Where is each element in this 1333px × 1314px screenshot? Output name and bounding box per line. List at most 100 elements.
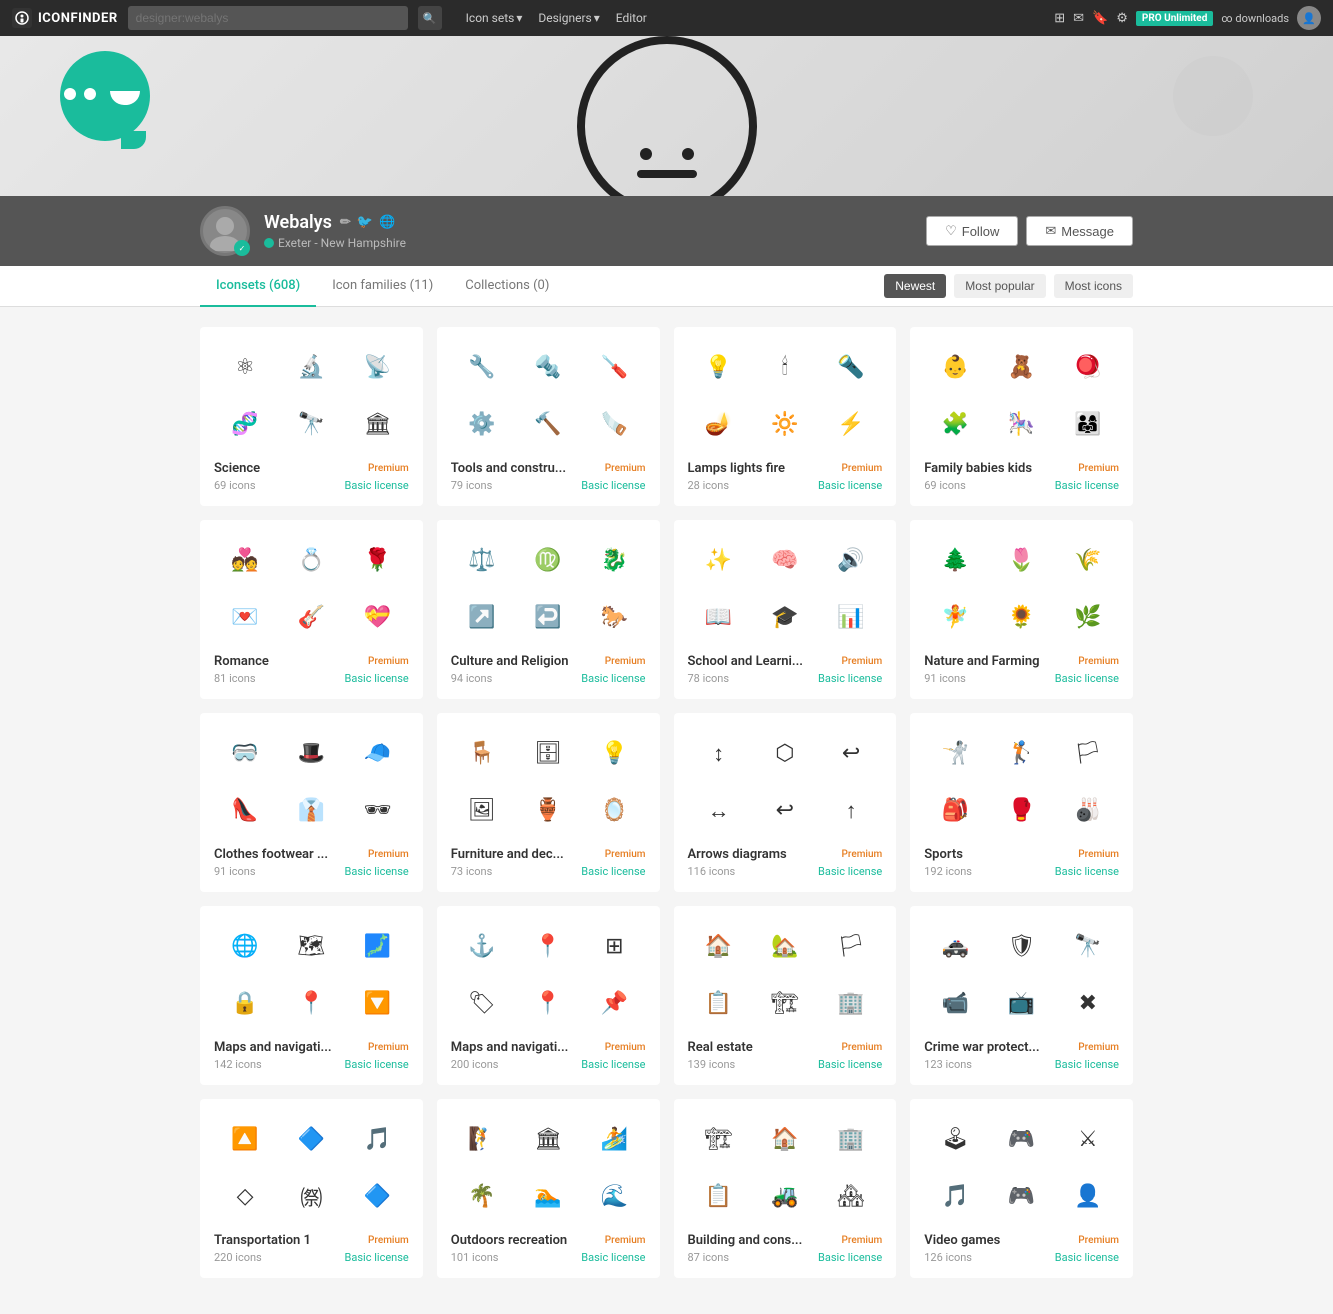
preview-icon: ⚡	[820, 398, 882, 451]
icon-card[interactable]: 🌲🌷🌾🧚🌻🌿 Nature and Farming Premium 91 ico…	[910, 520, 1133, 699]
icon-card[interactable]: 🥽🎩🧢👠👔🕶 Clothes footwear ... Premium 91 i…	[200, 713, 423, 892]
preview-icon: 🏗	[754, 977, 816, 1030]
nav-editor[interactable]: Editor	[610, 9, 653, 27]
preview-icon: 🕶	[347, 784, 409, 837]
icon-card[interactable]: 🚓🛡🔭📹📺✖ Crime war protect... Premium 123 …	[910, 906, 1133, 1085]
settings-icon[interactable]: ⚙	[1116, 10, 1128, 26]
license-label: Basic license	[1055, 1058, 1119, 1071]
icon-count: 126 icons	[924, 1251, 972, 1264]
globe-icon[interactable]: 🌐	[379, 215, 395, 230]
icon-card[interactable]: 💑💍🌹💌🎸💝 Romance Premium 81 icons Basic li…	[200, 520, 423, 699]
profile-name-area: Webalys ✏ 🐦 🌐 Exeter - New Hampshire	[264, 212, 912, 250]
license-label: Basic license	[818, 479, 882, 492]
preview-icon: 🏄	[583, 1113, 645, 1166]
mail-icon[interactable]: ✉	[1073, 10, 1084, 26]
preview-icon: 🏢	[820, 977, 882, 1030]
preview-icon: 🌿	[1057, 591, 1119, 644]
icon-card[interactable]: 🌐🗺🗾🔒📍🔽 Maps and navigati... Premium 142 …	[200, 906, 423, 1085]
preview-icon: 🎠	[991, 398, 1053, 451]
icon-count: 123 icons	[924, 1058, 972, 1071]
preview-icon: 🗾	[347, 920, 409, 973]
icon-card[interactable]: 🪑🗄💡🖼🏺🪞 Furniture and dec... Premium 73 i…	[437, 713, 660, 892]
sort-newest[interactable]: Newest	[884, 274, 946, 298]
card-title: Maps and navigati...	[214, 1040, 332, 1055]
logo[interactable]: ICONFINDER	[12, 8, 118, 28]
license-label: Basic license	[1055, 479, 1119, 492]
tab-collections[interactable]: Collections (0)	[449, 266, 565, 307]
icon-card[interactable]: 🕹🎮⚔🎵🎮👤 Video games Premium 126 icons Bas…	[910, 1099, 1133, 1278]
preview-icon: 📹	[924, 977, 986, 1030]
card-title: Real estate	[688, 1040, 753, 1055]
icon-card[interactable]: 🔧🔩🪛⚙️🔨🪚 Tools and constru... Premium 79 …	[437, 327, 660, 506]
card-title: Sports	[924, 847, 963, 862]
license-label: Basic license	[345, 1058, 409, 1071]
twitter-icon[interactable]: 🐦	[357, 215, 373, 230]
profile-social-icons: ✏ 🐦 🌐	[340, 215, 395, 230]
preview-icon: 🔽	[347, 977, 409, 1030]
icon-card[interactable]: 🧗🏛🏄🌴🏊🌊 Outdoors recreation Premium 101 i…	[437, 1099, 660, 1278]
icon-card[interactable]: 🏠🏡🏳📋🏗🏢 Real estate Premium 139 icons Bas…	[674, 906, 897, 1085]
icon-card[interactable]: 🔼🔷🎵◇㉀🔷 Transportation 1 Premium 220 icon…	[200, 1099, 423, 1278]
icon-card[interactable]: 🤺🏌🏳🎒🥊🎳 Sports Premium 192 icons Basic li…	[910, 713, 1133, 892]
icon-card[interactable]: ↕⬡↩↔↩↑ Arrows diagrams Premium 116 icons…	[674, 713, 897, 892]
sort-popular[interactable]: Most popular	[954, 274, 1045, 298]
preview-icon: 🪚	[583, 398, 645, 451]
icon-card[interactable]: ⚓📍⊞🏷📍📌 Maps and navigati... Premium 200 …	[437, 906, 660, 1085]
preview-icon: 📌	[583, 977, 645, 1030]
icon-card[interactable]: 💡🕯🔦🪔🔆⚡ Lamps lights fire Premium 28 icon…	[674, 327, 897, 506]
premium-badge: Premium	[368, 463, 409, 474]
preview-icon: 🗄	[517, 727, 579, 780]
preview-icon: 💑	[214, 534, 276, 587]
user-avatar[interactable]: 👤	[1297, 6, 1321, 30]
premium-badge: Premium	[842, 463, 883, 474]
icon-card[interactable]: 🏗🏠🏢📋🚜🏘 Building and cons... Premium 87 i…	[674, 1099, 897, 1278]
icon-card[interactable]: 👶🧸🪀🧩🎠👨‍👩‍👧 Family babies kids Premium 69…	[910, 327, 1133, 506]
icon-card[interactable]: ⚛🔬📡🧬🔭🏛 Science Premium 69 icons Basic li…	[200, 327, 423, 506]
premium-badge: Premium	[368, 849, 409, 860]
grid-icon[interactable]: ⊞	[1054, 10, 1065, 26]
preview-icon: 🗺	[280, 920, 342, 973]
preview-icon: 🔷	[347, 1170, 409, 1223]
license-label: Basic license	[818, 865, 882, 878]
profile-avatar-wrapper: ✓	[200, 206, 250, 256]
icon-count: 28 icons	[688, 479, 730, 492]
icon-card[interactable]: ⚖️♍🐉↗️↩️🐎 Culture and Religion Premium 9…	[437, 520, 660, 699]
preview-icon: 🔆	[754, 398, 816, 451]
tab-icon-families[interactable]: Icon families (11)	[316, 266, 449, 307]
profile-actions: ♡ Follow ✉ Message	[926, 216, 1133, 246]
tabs-left: Iconsets (608) Icon families (11) Collec…	[200, 266, 565, 306]
nav-iconsets[interactable]: Icon sets ▾	[460, 9, 529, 27]
icon-card[interactable]: ✨🧠🔊📖🎓📊 School and Learni... Premium 78 i…	[674, 520, 897, 699]
card-title: Arrows diagrams	[688, 847, 787, 862]
preview-icon: 🌐	[214, 920, 276, 973]
search-button[interactable]: 🔍	[418, 6, 442, 30]
sort-most-icons[interactable]: Most icons	[1054, 274, 1133, 298]
search-input[interactable]	[128, 6, 408, 30]
preview-icon: 🏢	[820, 1113, 882, 1166]
preview-icon: 🚜	[754, 1170, 816, 1223]
preview-icon: 🤺	[924, 727, 986, 780]
icon-count: 139 icons	[688, 1058, 736, 1071]
preview-icon: 🌾	[1057, 534, 1119, 587]
card-title: Building and cons...	[688, 1233, 803, 1248]
tab-iconsets[interactable]: Iconsets (608)	[200, 266, 316, 307]
preview-icon: 🔧	[451, 341, 513, 394]
preview-icon: 🎳	[1057, 784, 1119, 837]
premium-badge: Premium	[1078, 1042, 1119, 1053]
preview-icon: 🏳	[820, 920, 882, 973]
card-title: Romance	[214, 654, 269, 669]
nav-designers[interactable]: Designers ▾	[532, 9, 605, 27]
preview-icon: ⚓	[451, 920, 513, 973]
bookmark-icon[interactable]: 🔖	[1092, 10, 1108, 26]
preview-icon: ♍	[517, 534, 579, 587]
preview-icon: 🪛	[583, 341, 645, 394]
preview-icon: 🏠	[688, 920, 750, 973]
preview-icon: 🔷	[280, 1113, 342, 1166]
preview-icon: 🥽	[214, 727, 276, 780]
premium-badge: Premium	[605, 463, 646, 474]
message-button[interactable]: ✉ Message	[1026, 216, 1133, 246]
preview-icon: 🏊	[517, 1170, 579, 1223]
preview-icon: 🏷	[451, 977, 513, 1030]
edit-icon[interactable]: ✏	[340, 215, 351, 230]
follow-button[interactable]: ♡ Follow	[926, 216, 1018, 246]
